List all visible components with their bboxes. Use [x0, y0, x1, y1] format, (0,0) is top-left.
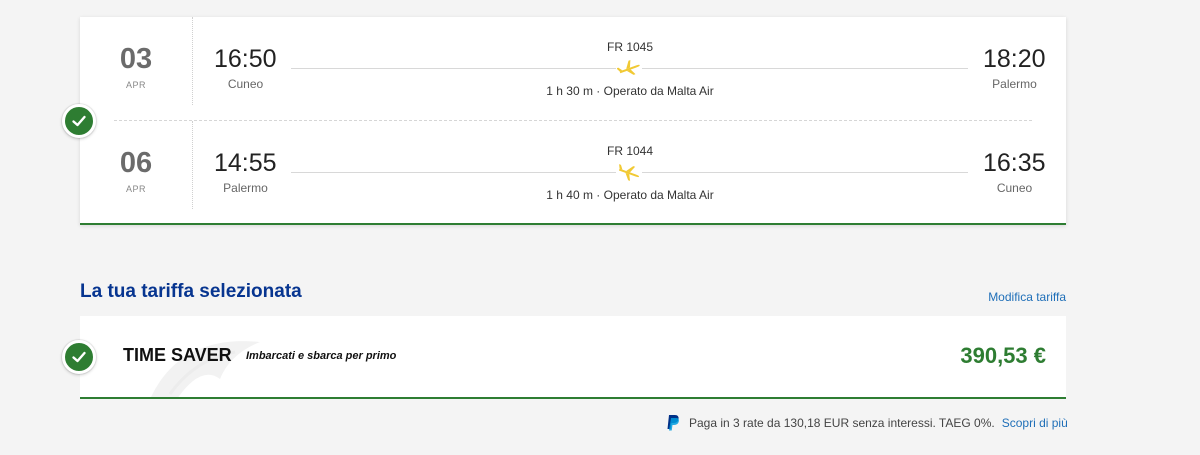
flight-number: FR 1044 — [606, 144, 654, 158]
flight-selected-check-icon — [62, 104, 96, 138]
flight-month: APR — [125, 184, 146, 194]
arrival-time: 18:20 — [983, 45, 1046, 73]
fare-price: 390,53 € — [960, 343, 1046, 368]
departure-city: Cuneo — [227, 77, 264, 91]
flight-row-outbound: 03 APR 16:50 Cuneo FR 1045 1 h 30 m · Op… — [80, 17, 1066, 120]
flight-date: 03 APR — [80, 17, 193, 105]
fare-name: TIME SAVER — [123, 345, 232, 365]
route-line-right — [642, 172, 968, 173]
check-icon — [72, 351, 86, 363]
route-line-right — [642, 68, 968, 69]
departure-time: 14:55 — [214, 149, 277, 177]
flight-month: APR — [125, 80, 146, 90]
selected-fare-card: TIME SAVER Imbarcati e sbarca per primo … — [80, 316, 1066, 399]
route-line-left — [291, 68, 616, 69]
route-line-left — [291, 172, 616, 173]
flight-number: FR 1045 — [606, 40, 654, 54]
modify-fare-link[interactable]: Modifica tariffa — [988, 290, 1066, 304]
flight-date: 06 APR — [80, 121, 193, 209]
flights-card: 03 APR 16:50 Cuneo FR 1045 1 h 30 m · Op… — [80, 17, 1066, 225]
departure-city: Palermo — [223, 181, 268, 195]
plane-takeoff-icon — [617, 60, 640, 75]
fare-selected-check-icon — [62, 340, 96, 374]
flight-day: 03 — [119, 43, 153, 75]
departure-time: 16:50 — [214, 45, 277, 73]
fare-description: Imbarcati e sbarca per primo — [246, 350, 397, 362]
plane-landing-icon — [618, 164, 640, 181]
flight-duration-operator: 1 h 40 m · Operato da Malta Air — [546, 188, 714, 202]
arrival-time: 16:35 — [983, 149, 1046, 177]
paypal-learn-more-link[interactable]: Scopri di più — [1002, 416, 1068, 430]
arrival-city: Palermo — [992, 77, 1037, 91]
arrival-city: Cuneo — [996, 181, 1033, 195]
flight-duration-operator: 1 h 30 m · Operato da Malta Air — [546, 84, 714, 98]
check-icon — [72, 115, 86, 127]
paypal-installments: Paga in 3 rate da 130,18 EUR senza inter… — [666, 414, 1068, 432]
paypal-text: Paga in 3 rate da 130,18 EUR senza inter… — [689, 416, 995, 430]
paypal-icon — [667, 415, 679, 431]
flight-day: 06 — [119, 147, 153, 179]
fare-section-title: La tua tariffa selezionata — [80, 281, 302, 302]
flight-row-return: 06 APR 14:55 Palermo FR 1044 1 h 40 m · … — [80, 121, 1066, 224]
